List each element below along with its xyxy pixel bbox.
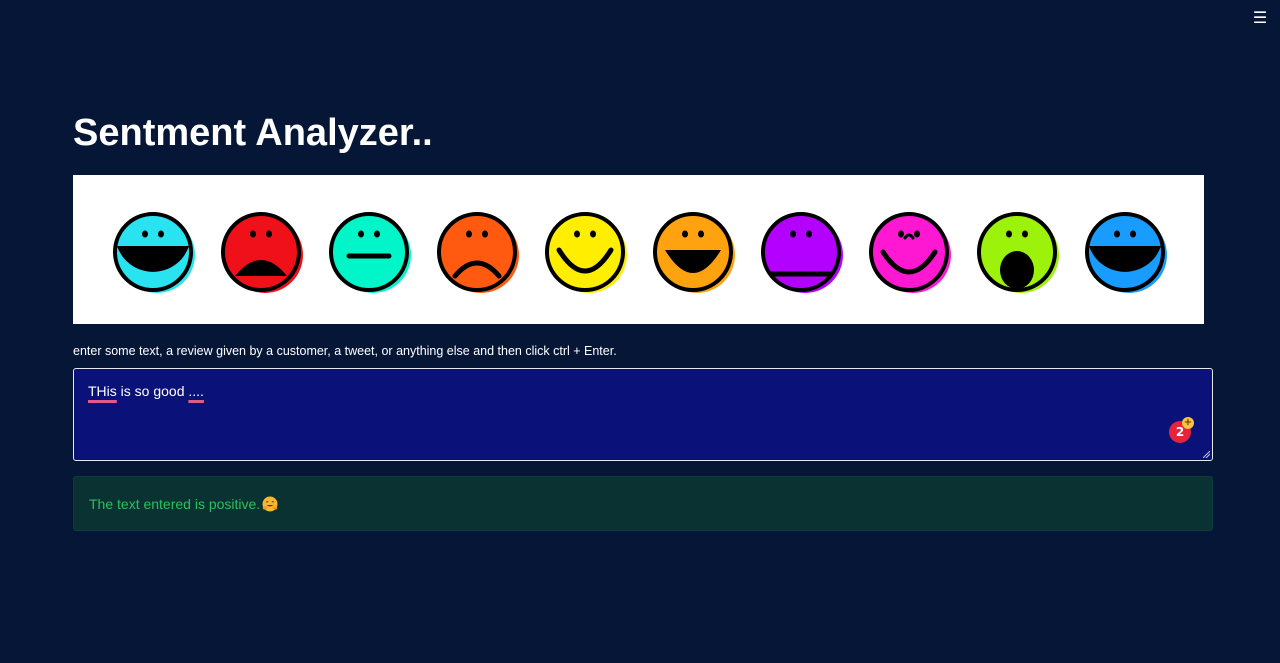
result-message-text: The text entered is positive. [89, 496, 261, 512]
review-text-area[interactable]: THis is so good .... 2 + [73, 368, 1213, 461]
text-segment: is so good [116, 383, 189, 399]
emoji-faces-image [113, 212, 1167, 293]
grammar-checker-plus-icon: + [1182, 417, 1194, 429]
result-message: The text entered is positive. [89, 495, 278, 513]
flagged-punctuation[interactable]: .... [188, 383, 204, 399]
emoji-face [221, 212, 303, 293]
hamburger-menu-icon[interactable]: ☰ [1252, 8, 1268, 28]
emoji-face [329, 212, 411, 293]
misspelled-word[interactable]: THis [88, 383, 117, 399]
emoji-face [1085, 212, 1167, 293]
resize-handle-icon[interactable] [1203, 451, 1210, 458]
emoji-face [653, 212, 735, 293]
page-title: Sentment Analyzer.. [73, 112, 433, 154]
emoji-face [977, 212, 1059, 293]
emoji-face [437, 212, 519, 293]
emoji-face [869, 212, 951, 293]
review-text-value[interactable]: THis is so good .... [88, 382, 204, 400]
emoji-face [761, 212, 843, 293]
hugging-face-icon [262, 496, 278, 512]
emoji-face [113, 212, 195, 293]
result-success-alert: The text entered is positive. [73, 476, 1213, 531]
emoji-faces-banner [73, 175, 1204, 324]
emoji-face [545, 212, 627, 293]
text-input-label: enter some text, a review given by a cus… [73, 344, 617, 358]
